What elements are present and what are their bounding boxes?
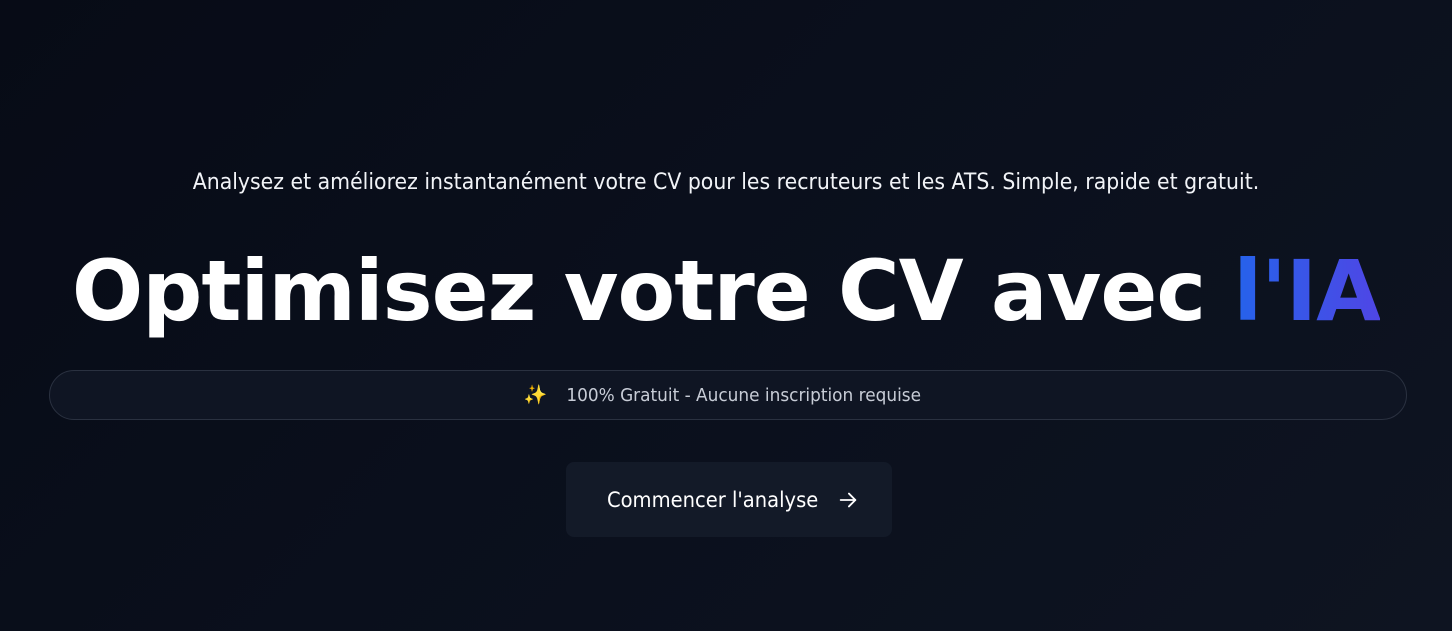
free-badge: ✨ 100% Gratuit - Aucune inscription requ… [49, 370, 1407, 420]
start-analysis-label: Commencer l'analyse [607, 487, 819, 512]
hero-subtitle: Analysez et améliorez instantanément vot… [192, 170, 1260, 195]
headline-accent-text: l'IA [1233, 242, 1381, 340]
hero-headline: Optimisez votre CV avec l'IA [0, 238, 1452, 344]
start-analysis-button[interactable]: Commencer l'analyse [566, 462, 892, 537]
headline-main-text: Optimisez votre CV avec [71, 242, 1234, 340]
badge-text: 100% Gratuit - Aucune inscription requis… [566, 384, 922, 406]
arrow-right-icon [837, 489, 859, 511]
sparkles-icon: ✨ [523, 383, 548, 406]
hero-section: Analysez et améliorez instantanément vot… [0, 0, 1452, 631]
